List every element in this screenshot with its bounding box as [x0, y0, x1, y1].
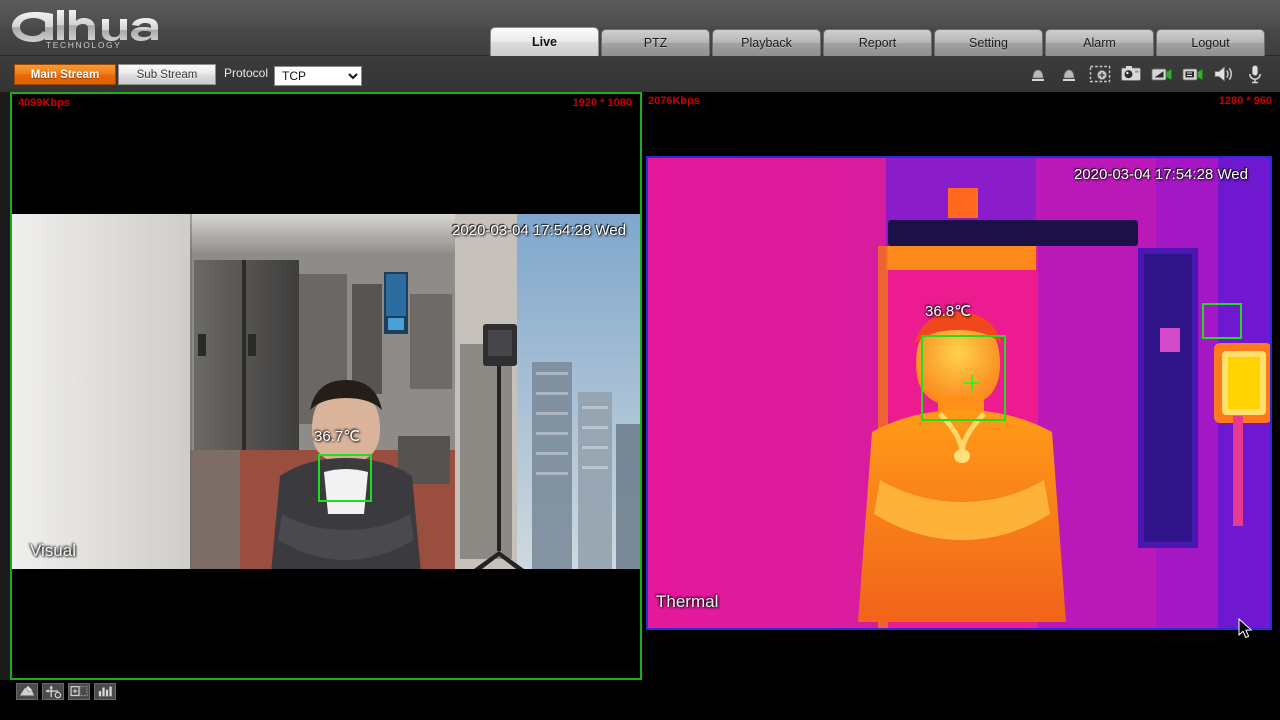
audio-icon[interactable] [1213, 63, 1235, 85]
video-footer-bar [0, 680, 1280, 720]
thermal-timestamp-osd: 2020-03-04 17:54:28 Wed [1074, 166, 1248, 183]
tab-logout[interactable]: Logout [1156, 29, 1265, 56]
thermal-channel-pane[interactable]: 2076Kbps 1280 * 960 [642, 92, 1280, 680]
relay-output-2-icon[interactable] [1058, 63, 1080, 85]
tab-report[interactable]: Report [823, 29, 932, 56]
image-adjust-icon[interactable] [16, 683, 38, 700]
tab-playback[interactable]: Playback [712, 29, 821, 56]
zoom-area-icon[interactable] [68, 683, 90, 700]
visual-bitrate-osd: 4099Kbps [18, 97, 70, 109]
tab-setting[interactable]: Setting [934, 29, 1043, 56]
thermal-channel-label: Thermal [656, 592, 718, 612]
ptz-direction-icon[interactable] [42, 683, 64, 700]
main-navigation: Live PTZ Playback Report Setting Alarm L… [488, 24, 1265, 56]
visual-video-frame [12, 214, 640, 569]
thermal-bitrate-osd: 2076Kbps [648, 95, 700, 107]
digital-zoom-icon[interactable] [1089, 63, 1111, 85]
microphone-icon[interactable] [1244, 63, 1266, 85]
live-action-icons [1027, 58, 1266, 90]
thermal-temperature-label: 36.8℃ [925, 302, 971, 320]
triple-snapshot-icon[interactable] [1182, 63, 1204, 85]
snapshot-icon[interactable] [1120, 63, 1142, 85]
visual-face-box [318, 454, 372, 502]
visual-channel-pane[interactable]: 4099Kbps 1920 * 1080 [10, 92, 642, 680]
visual-channel-label: Visual [30, 541, 76, 561]
app-header: TECHNOLOGY Live PTZ Playback Report Sett… [0, 0, 1280, 56]
sub-stream-button[interactable]: Sub Stream [118, 64, 216, 85]
video-grid: 4099Kbps 1920 * 1080 [0, 92, 1280, 680]
visual-temperature-label: 36.7℃ [314, 427, 360, 445]
logo-tagline: TECHNOLOGY [46, 40, 122, 50]
tab-alarm[interactable]: Alarm [1045, 29, 1154, 56]
statistics-icon[interactable] [94, 683, 116, 700]
dahua-logo: TECHNOLOGY [8, 6, 168, 50]
protocol-select[interactable]: TCP UDP Multicast [274, 66, 362, 86]
protocol-label: Protocol [224, 66, 268, 80]
thermal-resolution-osd: 1280 * 960 [1219, 95, 1272, 107]
visual-resolution-osd: 1920 * 1080 [573, 97, 632, 109]
footer-control-icons [16, 683, 116, 700]
relay-output-icon[interactable] [1027, 63, 1049, 85]
visual-timestamp-osd: 2020-03-04 17:54:28 Wed [452, 222, 626, 239]
blackbody-calibration-box [1202, 303, 1242, 339]
main-stream-button[interactable]: Main Stream [14, 64, 116, 85]
mouse-cursor [1238, 618, 1254, 640]
tab-live[interactable]: Live [490, 27, 599, 56]
thermal-spot-marker [963, 374, 981, 392]
tab-ptz[interactable]: PTZ [601, 29, 710, 56]
record-icon[interactable] [1151, 63, 1173, 85]
